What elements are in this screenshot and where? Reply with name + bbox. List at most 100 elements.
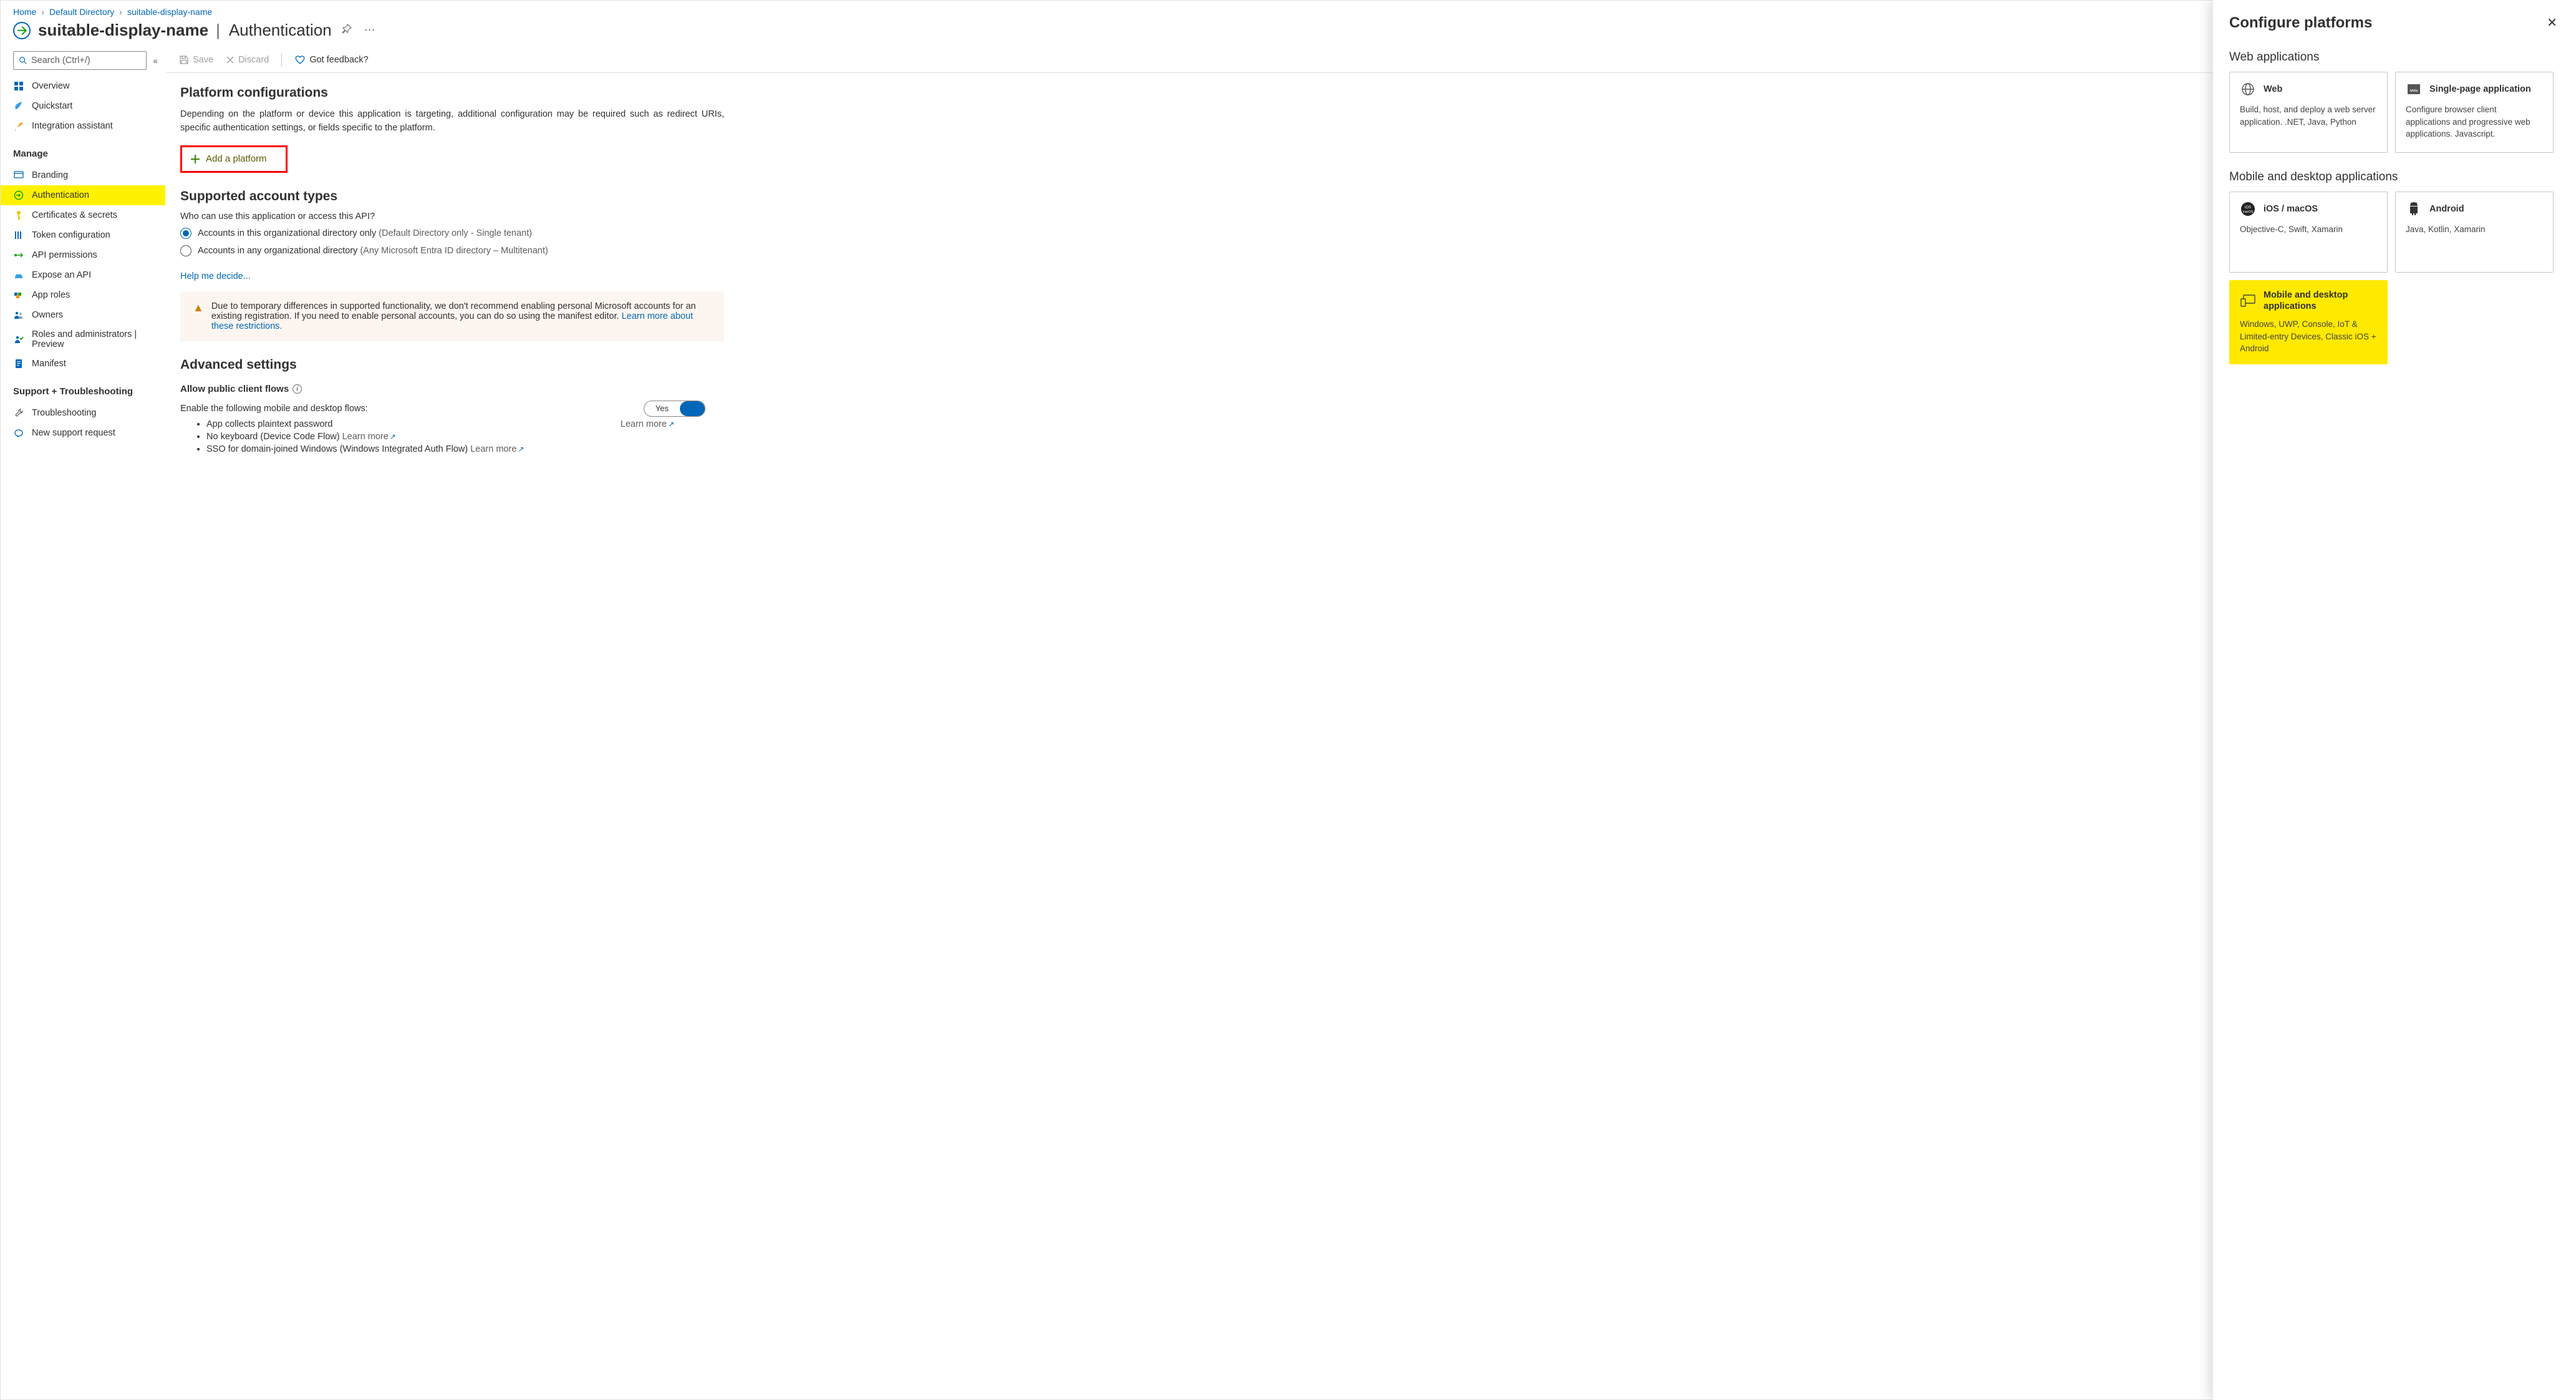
desktop-icon — [2240, 293, 2256, 309]
chevron-right-icon: › — [41, 7, 44, 17]
api-permissions-icon — [13, 250, 24, 261]
svg-text:macOS: macOS — [2243, 210, 2254, 214]
sidebar-item-token-configuration[interactable]: Token configuration — [1, 225, 165, 245]
radio-icon — [180, 228, 191, 239]
toggle-knob — [680, 401, 705, 416]
external-link-icon: ↗ — [390, 432, 396, 441]
branding-icon — [13, 170, 24, 181]
sidebar-item-overview[interactable]: Overview — [1, 76, 165, 96]
sidebar-item-label: API permissions — [32, 250, 97, 260]
collapse-sidebar-icon[interactable]: « — [153, 56, 158, 66]
search-input[interactable]: Search (Ctrl+/) — [13, 51, 147, 70]
feedback-button[interactable]: Got feedback? — [294, 55, 368, 65]
sidebar-item-label: Token configuration — [32, 230, 110, 240]
platform-card-desktop[interactable]: Mobile and desktop applications Windows,… — [2229, 280, 2388, 364]
supported-account-types-section: Supported account types Who can use this… — [165, 177, 739, 345]
card-description: Objective-C, Swift, Xamarin — [2240, 223, 2377, 236]
platform-configurations-section: Platform configurations Depending on the… — [165, 73, 739, 177]
breadcrumb-app[interactable]: suitable-display-name — [127, 7, 212, 17]
help-me-decide-link[interactable]: Help me decide... — [180, 271, 251, 281]
wrench-icon — [13, 407, 24, 419]
svg-text:www: www — [2410, 88, 2418, 93]
page-subtitle: Authentication — [228, 21, 332, 40]
configure-platforms-panel: Configure platforms ✕ Web applications W… — [2213, 0, 2576, 1400]
quickstart-icon — [13, 100, 24, 112]
card-description: Java, Kotlin, Xamarin — [2406, 223, 2543, 236]
sidebar-item-roles-administrators[interactable]: Roles and administrators | Preview — [1, 325, 165, 354]
save-button[interactable]: Save — [179, 55, 213, 65]
flow-item: App collects plaintext password Learn mo… — [206, 419, 724, 429]
flow-item: SSO for domain-joined Windows (Windows I… — [206, 444, 724, 454]
public-client-toggle[interactable]: Yes — [644, 401, 705, 417]
sidebar-item-new-support-request[interactable]: New support request — [1, 423, 165, 443]
card-title: Mobile and desktop applications — [2264, 289, 2377, 312]
heart-icon — [294, 55, 306, 65]
card-description: Windows, UWP, Console, IoT & Limited-ent… — [2240, 318, 2377, 355]
platform-card-web[interactable]: Web Build, host, and deploy a web server… — [2229, 72, 2388, 153]
external-link-icon: ↗ — [668, 420, 674, 429]
feedback-label: Got feedback? — [309, 55, 368, 65]
close-panel-button[interactable]: ✕ — [2544, 12, 2560, 33]
sidebar-item-certificates[interactable]: Certificates & secrets — [1, 205, 165, 225]
sidebar: Search (Ctrl+/) « Overview Quickstart In… — [1, 51, 165, 1399]
sidebar-item-label: Owners — [32, 310, 63, 320]
card-title: iOS / macOS — [2264, 203, 2318, 215]
radio-label: Accounts in any organizational directory… — [198, 246, 548, 256]
flow-item: No keyboard (Device Code Flow) Learn mor… — [206, 432, 724, 442]
sidebar-item-label: Roles and administrators | Preview — [32, 329, 153, 349]
enable-flows-text: Enable the following mobile and desktop … — [180, 404, 368, 414]
sidebar-item-label: Manifest — [32, 359, 66, 369]
sidebar-heading-manage: Manage — [1, 137, 165, 164]
card-title: Web — [2264, 84, 2282, 95]
platform-card-ios[interactable]: iOSmacOS iOS / macOS Objective-C, Swift,… — [2229, 192, 2388, 273]
more-icon[interactable]: ⋯ — [362, 21, 378, 39]
spa-icon: www — [2406, 81, 2422, 97]
learn-more-link[interactable]: Learn more — [470, 444, 516, 454]
breadcrumb-directory[interactable]: Default Directory — [49, 7, 114, 17]
card-title: Android — [2429, 203, 2464, 215]
section-description: Depending on the platform or device this… — [180, 108, 724, 135]
sidebar-item-app-roles[interactable]: App roles — [1, 285, 165, 305]
sidebar-item-api-permissions[interactable]: API permissions — [1, 245, 165, 265]
section-heading: Supported account types — [180, 189, 724, 204]
search-placeholder: Search (Ctrl+/) — [31, 56, 90, 66]
sidebar-item-label: Certificates & secrets — [32, 210, 117, 220]
sidebar-item-authentication[interactable]: Authentication — [1, 185, 165, 205]
sidebar-item-label: Overview — [32, 81, 69, 91]
search-icon — [19, 56, 27, 65]
sidebar-item-integration-assistant[interactable]: Integration assistant — [1, 116, 165, 136]
radio-multitenant[interactable]: Accounts in any organizational directory… — [180, 245, 724, 256]
sidebar-item-manifest[interactable]: Manifest — [1, 354, 165, 374]
authentication-icon — [13, 190, 24, 201]
app-roles-icon — [13, 289, 24, 301]
expose-api-icon — [13, 270, 24, 281]
card-description: Configure browser client applications an… — [2406, 104, 2543, 140]
platform-card-android[interactable]: Android Java, Kotlin, Xamarin — [2395, 192, 2554, 273]
sidebar-item-owners[interactable]: Owners — [1, 305, 165, 325]
android-icon — [2406, 201, 2422, 217]
ios-icon: iOSmacOS — [2240, 201, 2256, 217]
advanced-settings-section: Advanced settings Allow public client fl… — [165, 345, 739, 460]
radio-single-tenant[interactable]: Accounts in this organizational director… — [180, 228, 724, 239]
globe-icon — [2240, 81, 2256, 97]
sidebar-item-label: Authentication — [32, 190, 89, 200]
svg-text:iOS: iOS — [2245, 206, 2251, 210]
close-icon — [226, 56, 235, 64]
sidebar-item-branding[interactable]: Branding — [1, 165, 165, 185]
learn-more-link[interactable]: Learn more — [621, 419, 667, 429]
learn-more-link[interactable]: Learn more — [342, 432, 389, 442]
pin-icon[interactable] — [339, 21, 354, 39]
sidebar-item-label: Branding — [32, 170, 68, 180]
platform-card-spa[interactable]: www Single-page application Configure br… — [2395, 72, 2554, 153]
breadcrumb-home[interactable]: Home — [13, 7, 36, 17]
discard-label: Discard — [238, 55, 269, 65]
sidebar-item-label: Quickstart — [32, 101, 72, 111]
sidebar-item-expose-api[interactable]: Expose an API — [1, 265, 165, 285]
info-icon[interactable]: i — [293, 384, 302, 394]
sidebar-item-quickstart[interactable]: Quickstart — [1, 96, 165, 116]
discard-button[interactable]: Discard — [226, 55, 269, 65]
sidebar-item-troubleshooting[interactable]: Troubleshooting — [1, 403, 165, 423]
manifest-icon — [13, 358, 24, 369]
overview-icon — [13, 80, 24, 92]
add-platform-button[interactable]: ＋ Add a platform — [180, 145, 288, 173]
